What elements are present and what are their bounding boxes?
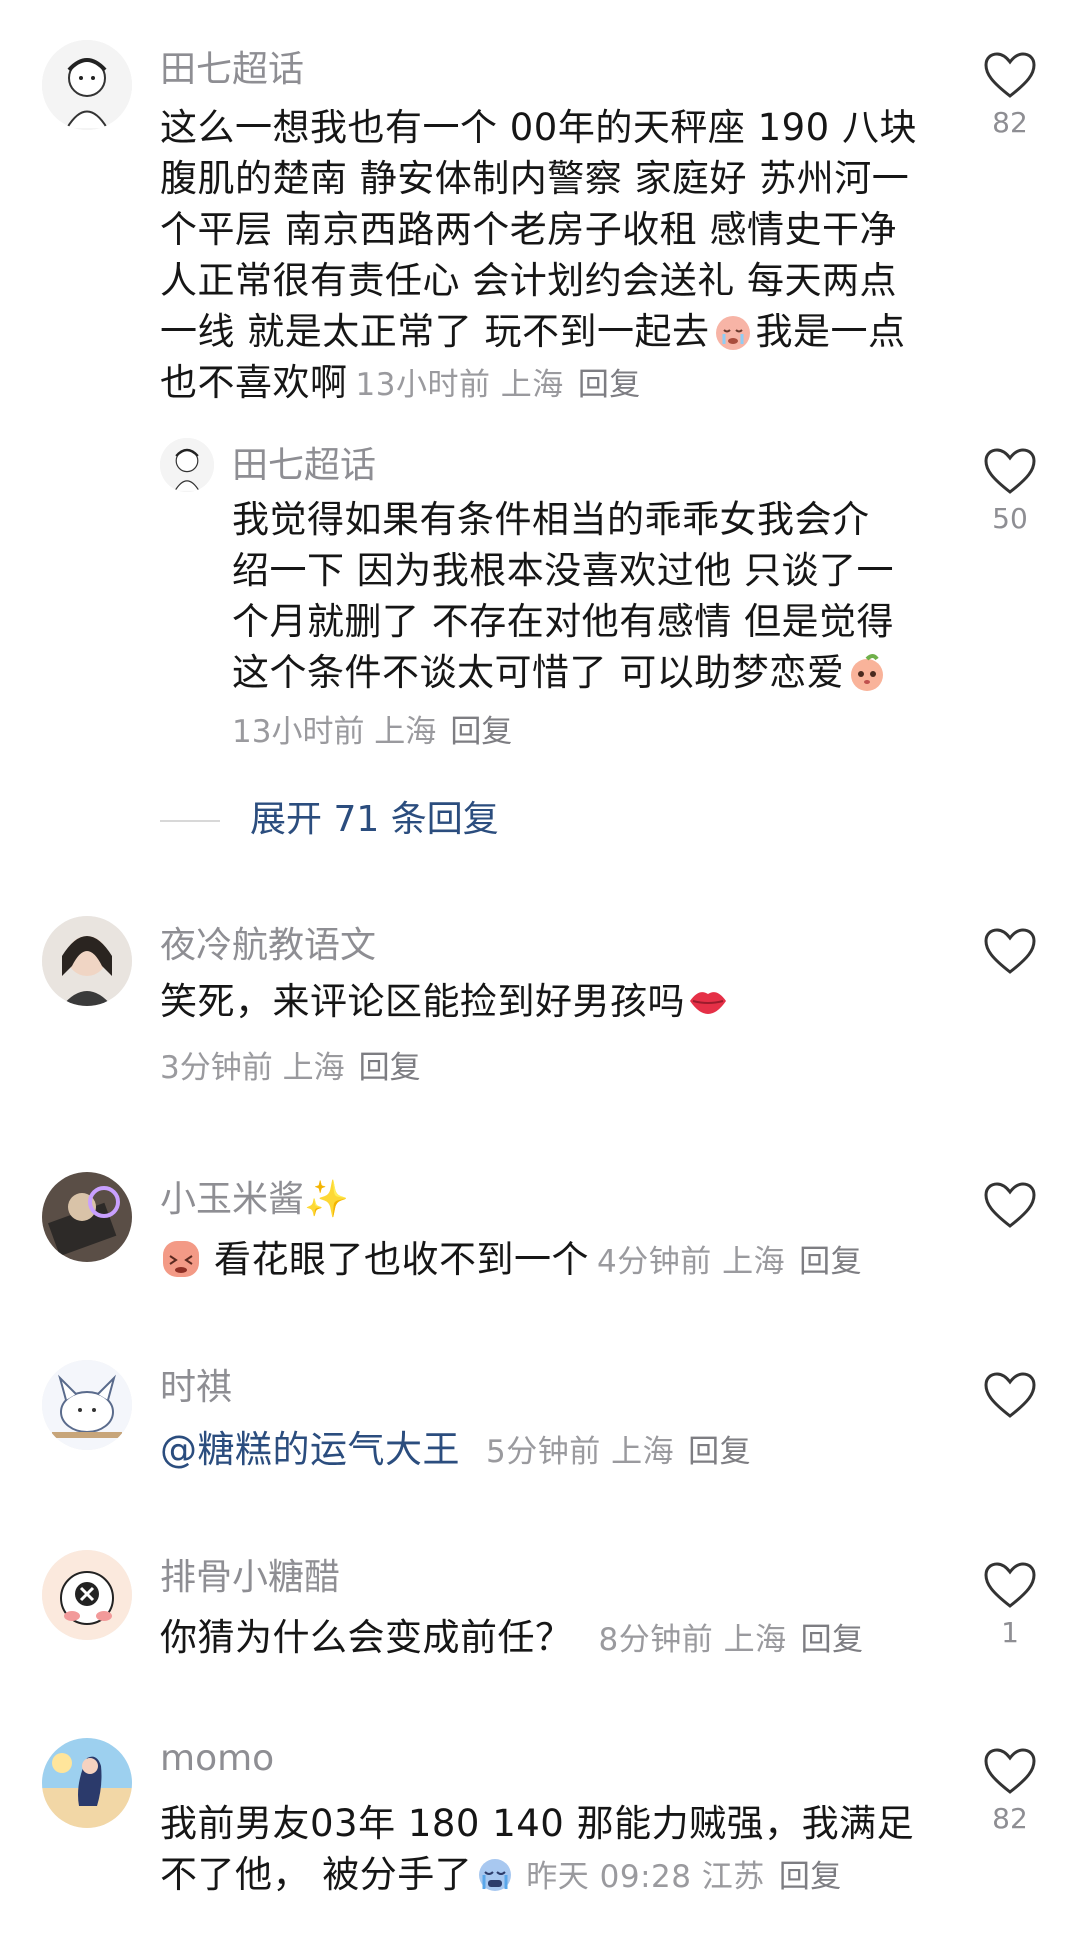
comment-text: 我觉得如果有条件相当的乖乖女我会介 绍一下 因为我根本没喜欢过他 只谈了一 个月… <box>232 498 895 694</box>
like-count: 82 <box>992 1802 1028 1835</box>
heart-outline-icon <box>984 1748 1036 1794</box>
like-button[interactable]: 1 <box>980 1560 1040 1649</box>
comment-meta: 13小时前 上海 <box>355 367 564 403</box>
heart-outline-icon <box>984 1182 1036 1228</box>
expand-replies-button[interactable]: 展开 71 条回复 <box>160 790 499 842</box>
like-button[interactable]: 82 <box>980 1746 1040 1835</box>
heart-outline-icon <box>984 1372 1036 1418</box>
avatar[interactable] <box>42 1738 132 1828</box>
crying-emoji-icon <box>474 1853 516 1895</box>
comment-text: @糖糕的运气大王 5分钟前 上海 回复 <box>160 1424 960 1478</box>
avatar[interactable] <box>160 438 214 492</box>
like-button[interactable]: 82 <box>980 50 1040 139</box>
heart-outline-icon <box>984 52 1036 98</box>
comment-meta: 5分钟前 上海 <box>486 1434 675 1470</box>
username[interactable]: 排骨小糖醋 <box>160 1548 340 1600</box>
reply-button[interactable]: 回复 <box>801 1622 864 1658</box>
username[interactable]: 小玉米酱✨ <box>160 1170 349 1222</box>
avatar[interactable] <box>42 1172 132 1262</box>
comment-meta: 13小时前 上海 <box>232 714 437 750</box>
heart-outline-icon <box>984 1562 1036 1608</box>
reply-button[interactable]: 回复 <box>578 367 641 403</box>
avatar[interactable] <box>42 1360 132 1450</box>
username[interactable]: 时祺 <box>160 1358 232 1410</box>
like-count: 50 <box>992 502 1028 535</box>
crying-emoji-icon <box>712 310 754 352</box>
username[interactable]: 田七超话 <box>160 40 304 92</box>
lips-emoji-icon <box>687 980 729 1022</box>
like-count: 82 <box>992 106 1028 139</box>
comment-text: 你猜为什么会变成前任？ 8分钟前 上海 回复 <box>160 1616 864 1659</box>
like-button[interactable]: 50 <box>980 446 1040 535</box>
reply-button[interactable]: 回复 <box>688 1434 751 1470</box>
divider <box>160 820 220 822</box>
reply-button[interactable]: 回复 <box>779 1859 842 1895</box>
mention-link[interactable]: @糖糕的运气大王 <box>160 1428 460 1471</box>
comment-text: 看花眼了也收不到一个 4分钟前 上海 回复 <box>160 1234 960 1288</box>
reply-button[interactable]: 回复 <box>799 1244 862 1280</box>
avatar[interactable] <box>42 40 132 130</box>
peach-emoji-icon <box>846 651 888 693</box>
like-button[interactable] <box>980 1180 1040 1230</box>
reply-button[interactable]: 回复 <box>450 714 512 750</box>
comment-text: 我前男友03年 180 140 那能力贼强，我满足 不了他， 被分手了 昨天 09… <box>160 1802 915 1896</box>
heart-outline-icon <box>984 928 1036 974</box>
comment-meta: 8分钟前 上海 <box>598 1622 787 1658</box>
username[interactable]: 夜冷航教语文 <box>160 916 376 968</box>
avatar[interactable] <box>42 1550 132 1640</box>
username[interactable]: 田七超话 <box>232 436 376 488</box>
reply-button[interactable]: 回复 <box>359 1050 421 1086</box>
username[interactable]: momo <box>160 1738 274 1779</box>
dizzy-emoji-icon <box>160 1238 202 1280</box>
comment-meta: 昨天 09:28 江苏 <box>526 1859 765 1895</box>
comment-text: 这么一想我也有一个 00年的天秤座 190 八块 腹肌的楚南 静安体制内警察 家… <box>160 106 917 404</box>
comment-meta: 4分钟前 上海 <box>597 1244 786 1280</box>
heart-outline-icon <box>984 448 1036 494</box>
comment-meta: 3分钟前 上海 <box>160 1050 345 1086</box>
comment-text: 笑死，来评论区能捡到好男孩吗 <box>160 976 940 1027</box>
like-button[interactable] <box>980 926 1040 976</box>
sparkles-icon: ✨ <box>304 1179 349 1220</box>
like-count: 1 <box>1001 1616 1019 1649</box>
like-button[interactable] <box>980 1370 1040 1420</box>
avatar[interactable] <box>42 916 132 1006</box>
